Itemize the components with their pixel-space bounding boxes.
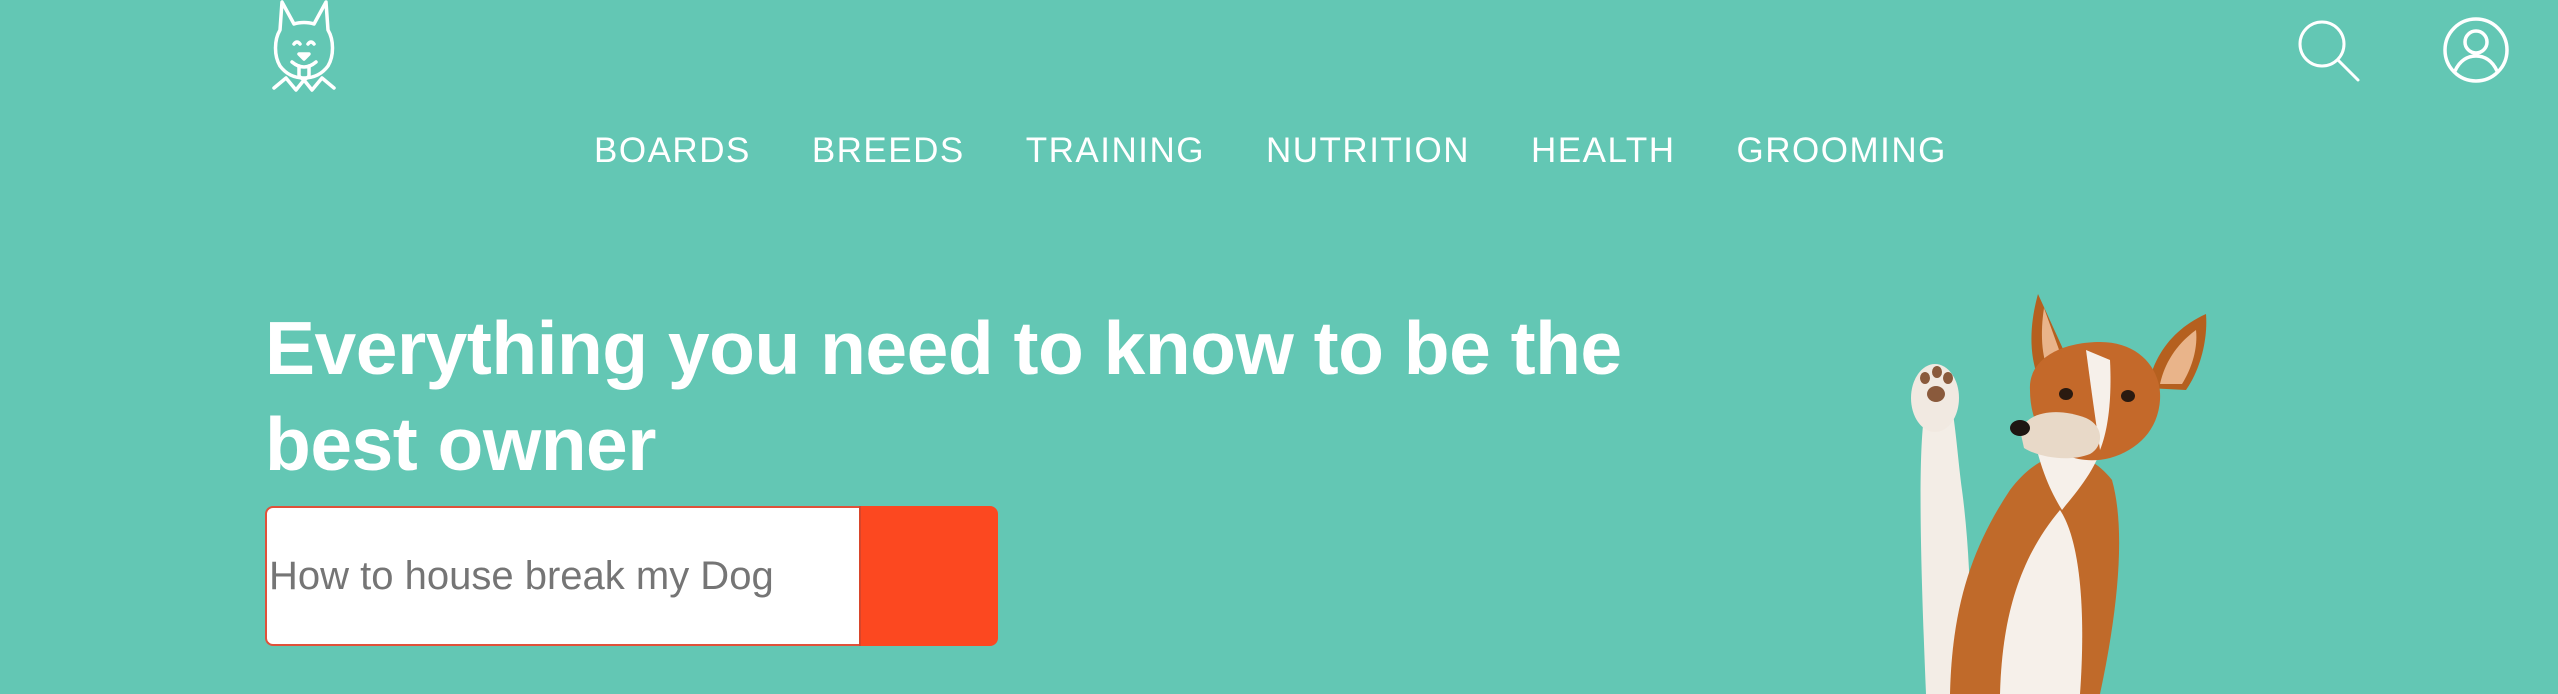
nav-item-grooming[interactable]: GROOMING (1737, 126, 1947, 176)
dog-face-logo-icon[interactable] (268, 0, 340, 92)
hero-title: Everything you need to know to be the be… (265, 306, 1622, 486)
nav-item-breeds[interactable]: BREEDS (812, 126, 965, 176)
hero-search-button[interactable] (859, 506, 998, 646)
main-nav: BOARDS BREEDS TRAINING NUTRITION HEALTH … (594, 126, 2008, 176)
hero-search-form (265, 506, 998, 646)
nav-item-nutrition[interactable]: NUTRITION (1266, 126, 1470, 176)
search-icon[interactable] (2296, 18, 2362, 84)
user-circle-icon[interactable] (2442, 16, 2510, 84)
hero-search-input[interactable] (265, 506, 859, 646)
nav-item-boards[interactable]: BOARDS (594, 126, 751, 176)
waving-dog-illustration (1911, 294, 2207, 694)
nav-item-training[interactable]: TRAINING (1026, 126, 1205, 176)
nav-item-health[interactable]: HEALTH (1531, 126, 1676, 176)
